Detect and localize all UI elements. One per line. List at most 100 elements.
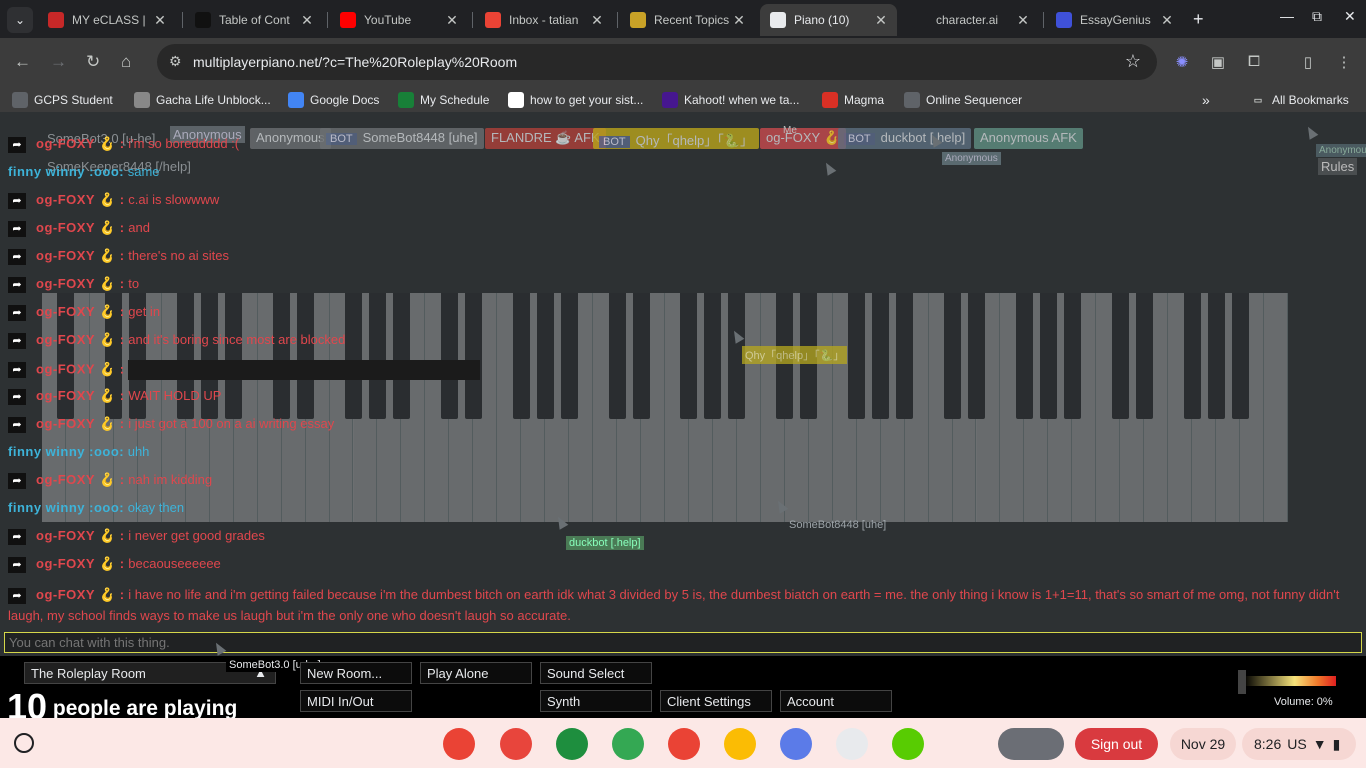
midi-button[interactable]: MIDI In/Out xyxy=(300,690,412,712)
rules-button[interactable]: Rules xyxy=(1318,158,1358,175)
account-button[interactable]: Account xyxy=(780,690,892,712)
reply-arrow-icon[interactable]: ➦ xyxy=(8,276,26,293)
duolingo-icon[interactable] xyxy=(892,728,924,760)
emoji-icon[interactable] xyxy=(780,728,812,760)
participant-tag[interactable]: FLANDRE ☕ AFK xyxy=(485,128,606,149)
close-icon[interactable]: ✕ xyxy=(873,12,889,29)
reply-arrow-icon[interactable]: ➦ xyxy=(8,248,26,265)
phone-hub-icon[interactable] xyxy=(998,728,1064,760)
close-icon[interactable]: ✕ xyxy=(1159,12,1175,29)
bookmark-item[interactable]: Google Docs xyxy=(288,92,379,108)
participant-tag[interactable]: BOT Qhy「qhelp」「🐍」 xyxy=(593,128,759,149)
chat-input[interactable] xyxy=(4,632,1362,653)
address-url[interactable]: multiplayerpiano.net/?c=The%20Roleplay%2… xyxy=(193,54,517,70)
date-display[interactable]: Nov 29 xyxy=(1170,728,1236,760)
maximize-button[interactable]: ⧉ xyxy=(1312,8,1322,25)
play-alone-button[interactable]: Play Alone xyxy=(420,662,532,684)
tab-4[interactable]: Recent Topics ✕ xyxy=(620,4,755,36)
chat-message: ➦finny winny :ooo: okay then xyxy=(8,500,184,515)
tab-5[interactable]: Piano (10) ✕ xyxy=(760,4,897,36)
launcher-button[interactable] xyxy=(14,733,34,753)
kahoot-icon xyxy=(662,92,678,108)
extension-cast-icon[interactable]: ▣ xyxy=(1208,53,1228,73)
all-bookmarks-button[interactable]: ▭ All Bookmarks xyxy=(1250,92,1349,108)
bookmark-star-icon[interactable]: ☆ xyxy=(1125,51,1141,72)
reply-arrow-icon[interactable]: ➦ xyxy=(8,528,26,545)
reply-arrow-icon[interactable]: ➦ xyxy=(8,220,26,237)
reply-arrow-icon[interactable]: ➦ xyxy=(8,332,26,349)
forward-button[interactable]: → xyxy=(50,52,67,72)
close-icon[interactable]: ✕ xyxy=(152,12,168,29)
youtube-icon xyxy=(340,12,356,28)
participant-tag[interactable]: Anonymous AFK xyxy=(974,128,1083,149)
sign-out-button[interactable]: Sign out xyxy=(1075,728,1158,760)
reply-arrow-icon[interactable]: ➦ xyxy=(8,416,26,433)
classroom-icon[interactable] xyxy=(556,728,588,760)
tab-2[interactable]: YouTube ✕ xyxy=(330,4,468,36)
participant-tag[interactable]: og-FOXY 🪝 xyxy=(760,128,846,149)
participant-tag[interactable]: Anonymous xyxy=(250,128,331,149)
close-icon[interactable]: ✕ xyxy=(444,12,460,29)
chat-text: i never get good grades xyxy=(128,528,265,543)
tab-search-button[interactable]: ⌄ xyxy=(7,7,33,33)
canvas-icon[interactable] xyxy=(500,728,532,760)
volume-knob[interactable] xyxy=(1238,670,1246,694)
back-button[interactable]: ← xyxy=(14,52,31,72)
bookmark-item[interactable]: GCPS Student xyxy=(12,92,113,108)
reply-arrow-icon[interactable]: ➦ xyxy=(8,136,26,153)
cursor-label-qhy: Qhy「qhelp」「🐍」 xyxy=(742,346,848,364)
extensions-puzzle-icon[interactable]: ⧠ xyxy=(1244,53,1264,73)
close-icon[interactable]: ✕ xyxy=(299,12,315,29)
tab-1[interactable]: Table of Cont ✕ xyxy=(185,4,323,36)
close-window-button[interactable]: ✕ xyxy=(1344,8,1356,25)
bookmark-item[interactable]: Gacha Life Unblock... xyxy=(134,92,271,108)
tab-title: Table of Cont xyxy=(219,13,290,27)
sound-select-button[interactable]: Sound Select xyxy=(540,662,652,684)
volume-slider[interactable] xyxy=(1244,676,1336,686)
reply-arrow-icon[interactable]: ➦ xyxy=(8,362,26,378)
extension-gear-icon[interactable]: ✺ xyxy=(1172,53,1192,73)
bookmark-item[interactable]: Magma xyxy=(822,92,884,108)
reply-arrow-icon[interactable]: ➦ xyxy=(8,388,26,405)
side-panel-icon[interactable]: ▯ xyxy=(1298,53,1318,73)
close-icon[interactable]: ✕ xyxy=(1015,12,1031,29)
bookmark-item[interactable]: Kahoot! when we ta... xyxy=(662,92,799,108)
tab-3[interactable]: Inbox - tatian ✕ xyxy=(475,4,613,36)
reply-arrow-icon[interactable]: ➦ xyxy=(8,472,26,489)
new-tab-button[interactable]: + xyxy=(1193,10,1204,28)
drive-icon[interactable] xyxy=(612,728,644,760)
bookmark-item[interactable]: Online Sequencer xyxy=(904,92,1022,108)
site-info-icon[interactable]: ⚙ xyxy=(169,53,182,70)
participant-tag[interactable]: BOT SomeBot8448 [uhe] xyxy=(320,128,484,149)
tab-7[interactable]: EssayGenius ✕ xyxy=(1046,4,1183,36)
tab-title: Piano (10) xyxy=(794,13,850,27)
reply-arrow-icon[interactable]: ➦ xyxy=(8,304,26,321)
menu-kebab-icon[interactable]: ⋮ xyxy=(1334,53,1354,73)
close-icon[interactable]: ✕ xyxy=(731,12,747,29)
more-bookmarks-chevron-icon[interactable]: » xyxy=(1202,92,1210,108)
keep-icon[interactable] xyxy=(724,728,756,760)
participant-tag[interactable]: BOT duckbot [.help] xyxy=(838,128,972,149)
bookmark-item[interactable]: how to get your sist... xyxy=(508,92,643,108)
participant-name: og-FOXY 🪝 xyxy=(766,130,840,145)
client-settings-button[interactable]: Client Settings xyxy=(660,690,772,712)
address-bar[interactable]: ⚙ multiplayerpiano.net/?c=The%20Roleplay… xyxy=(157,44,1157,80)
close-icon[interactable]: ✕ xyxy=(589,12,605,29)
tab-0[interactable]: MY eCLASS | ✕ xyxy=(38,4,176,36)
chat-author: og-FOXY 🪝 : xyxy=(36,416,125,431)
minimize-button[interactable]: — xyxy=(1280,8,1294,24)
new-room-button[interactable]: New Room... xyxy=(300,662,412,684)
home-button[interactable]: ⌂ xyxy=(121,52,131,72)
reply-arrow-icon[interactable]: ➦ xyxy=(8,192,26,209)
status-tray[interactable]: 8:26 US ▼ ▮ xyxy=(1242,728,1356,760)
tab-6[interactable]: character.ai ✕ xyxy=(902,4,1039,36)
reply-arrow-icon[interactable]: ➦ xyxy=(8,556,26,573)
tab-title: MY eCLASS | xyxy=(72,13,146,27)
synth-button[interactable]: Synth xyxy=(540,690,652,712)
clock-icon[interactable] xyxy=(668,728,700,760)
chrome-icon[interactable] xyxy=(443,728,475,760)
pen-icon[interactable] xyxy=(836,728,868,760)
reply-arrow-icon[interactable]: ➦ xyxy=(8,587,26,604)
reload-button[interactable]: ↻ xyxy=(86,52,100,72)
bookmark-item[interactable]: My Schedule xyxy=(398,92,489,108)
